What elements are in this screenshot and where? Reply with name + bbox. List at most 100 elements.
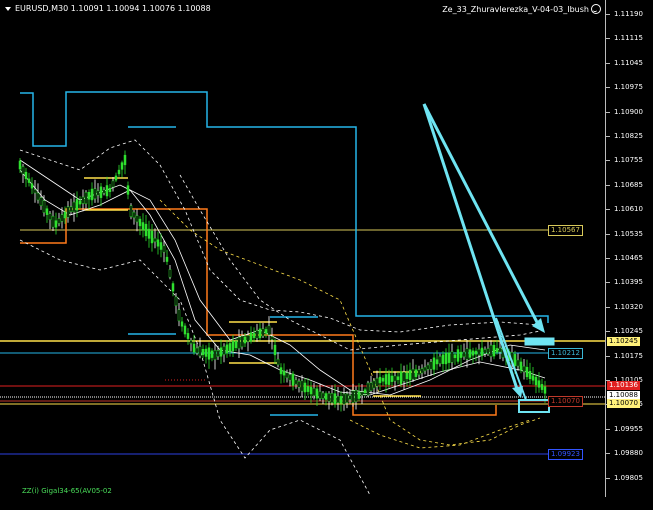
candle-body <box>525 366 529 378</box>
dropdown-triangle-icon[interactable] <box>5 6 11 11</box>
axis-tick-mark <box>606 233 610 235</box>
candle-body <box>234 341 238 348</box>
candle-body <box>114 175 118 181</box>
candle-body <box>366 382 370 396</box>
cyan-short-diagonal[interactable] <box>495 317 527 401</box>
candle-body <box>426 364 430 370</box>
candle-body <box>306 386 310 392</box>
axis-tick-label: 1.10465 <box>614 254 643 262</box>
candle-body <box>174 296 178 307</box>
axis-tick-label: 1.09880 <box>614 449 643 458</box>
candle-body <box>522 365 526 373</box>
axis-tick-mark <box>606 38 610 40</box>
axis-tick-mark <box>606 282 610 284</box>
candle-body <box>81 196 85 204</box>
candle-body <box>447 352 451 363</box>
candle-body <box>24 171 28 180</box>
candle-body <box>267 325 271 336</box>
candle-body <box>489 344 493 357</box>
candle-body <box>315 388 319 399</box>
candle-body <box>219 347 223 357</box>
axis-tick-mark <box>606 428 610 430</box>
candle-body <box>225 344 229 354</box>
candle-body <box>330 393 334 403</box>
candle-body <box>390 375 394 382</box>
chart-canvas[interactable] <box>0 0 605 497</box>
candle-body <box>438 356 442 364</box>
arrow-one[interactable] <box>422 103 545 333</box>
candle-body <box>318 391 322 399</box>
candle-body <box>243 336 247 344</box>
price-axis[interactable]: 1.11190 1.11115 1.11045 1.10975 1.10900 1.108… <box>605 0 653 497</box>
axis-tick-label: 1.10825 <box>614 132 643 140</box>
footer-indicator-text: ZZ(i) Gigal34-65(AV05-02 <box>22 487 112 495</box>
candle-body <box>534 376 538 386</box>
candle-body <box>201 348 205 356</box>
candle-body <box>156 239 160 247</box>
orange-step-line[interactable] <box>20 208 497 416</box>
inner-dashed-upper[interactable] <box>179 174 546 351</box>
candle-body <box>450 351 454 363</box>
candle-body <box>384 374 388 385</box>
axis-tick-mark <box>606 111 610 113</box>
candle-body <box>333 393 337 405</box>
cyan-step-line[interactable] <box>20 91 549 323</box>
candle-body <box>48 213 52 220</box>
chart-plot-area[interactable]: EURUSD,M30 1.10091 1.10094 1.10076 1.100… <box>0 0 605 497</box>
indicator-name-text: Ze_33_Zhuravlerezka_V-04-03_Ibush <box>442 4 589 14</box>
candle-body <box>270 336 274 340</box>
candle-body <box>357 391 361 399</box>
candle-body <box>183 325 187 335</box>
candle-body <box>294 379 298 385</box>
candle-body <box>459 351 463 358</box>
target-box-upper[interactable] <box>524 337 555 346</box>
candle-body <box>387 373 391 385</box>
candle-body <box>309 386 313 395</box>
candle-body <box>396 376 400 380</box>
candle-body <box>249 332 253 342</box>
candle-body <box>420 368 424 374</box>
axis-tick-label: 1.11045 <box>614 58 643 67</box>
candle-body <box>177 309 181 322</box>
candle-body <box>393 375 397 382</box>
white-moving-average-1[interactable] <box>19 169 546 396</box>
yellow-dashed-lower[interactable] <box>349 419 531 449</box>
candle-body <box>312 388 316 396</box>
candle-body <box>351 390 355 403</box>
candle-body <box>300 380 304 392</box>
price-tag: 1.10136 <box>607 381 640 390</box>
candle-body <box>516 359 520 367</box>
candle-body <box>465 348 469 360</box>
candle-body <box>456 349 460 362</box>
candle-body <box>180 321 184 327</box>
candle-body <box>288 374 292 381</box>
candle-body <box>192 343 196 353</box>
candle-body <box>42 200 46 213</box>
candle-body <box>429 361 433 370</box>
candle-body <box>327 393 331 402</box>
target-box-lower[interactable] <box>518 399 550 413</box>
candle-body <box>402 371 406 382</box>
smiley-face-icon[interactable] <box>591 4 601 14</box>
candle-body <box>258 328 262 339</box>
candle-body <box>168 269 172 278</box>
candle-body <box>90 188 94 201</box>
candle-body <box>354 389 358 403</box>
upper-dashed-envelope[interactable] <box>19 139 541 333</box>
axis-tick-label: 1.10975 <box>614 83 643 92</box>
candle-body <box>78 200 82 205</box>
axis-tick-label: 1.10900 <box>614 107 643 116</box>
candle-body <box>336 396 340 403</box>
candle-body <box>105 185 109 197</box>
candle-body <box>408 369 412 381</box>
candle-body <box>126 185 130 195</box>
candle-body <box>135 215 139 223</box>
axis-tick-label: 1.10610 <box>614 205 643 214</box>
candle-body <box>483 349 487 354</box>
candle-body <box>399 371 403 384</box>
candle-body <box>150 230 154 244</box>
level-label-1: 1.10567 <box>548 225 583 236</box>
candle-body <box>441 354 445 364</box>
candle-body <box>171 283 175 292</box>
candle-body <box>372 380 376 389</box>
